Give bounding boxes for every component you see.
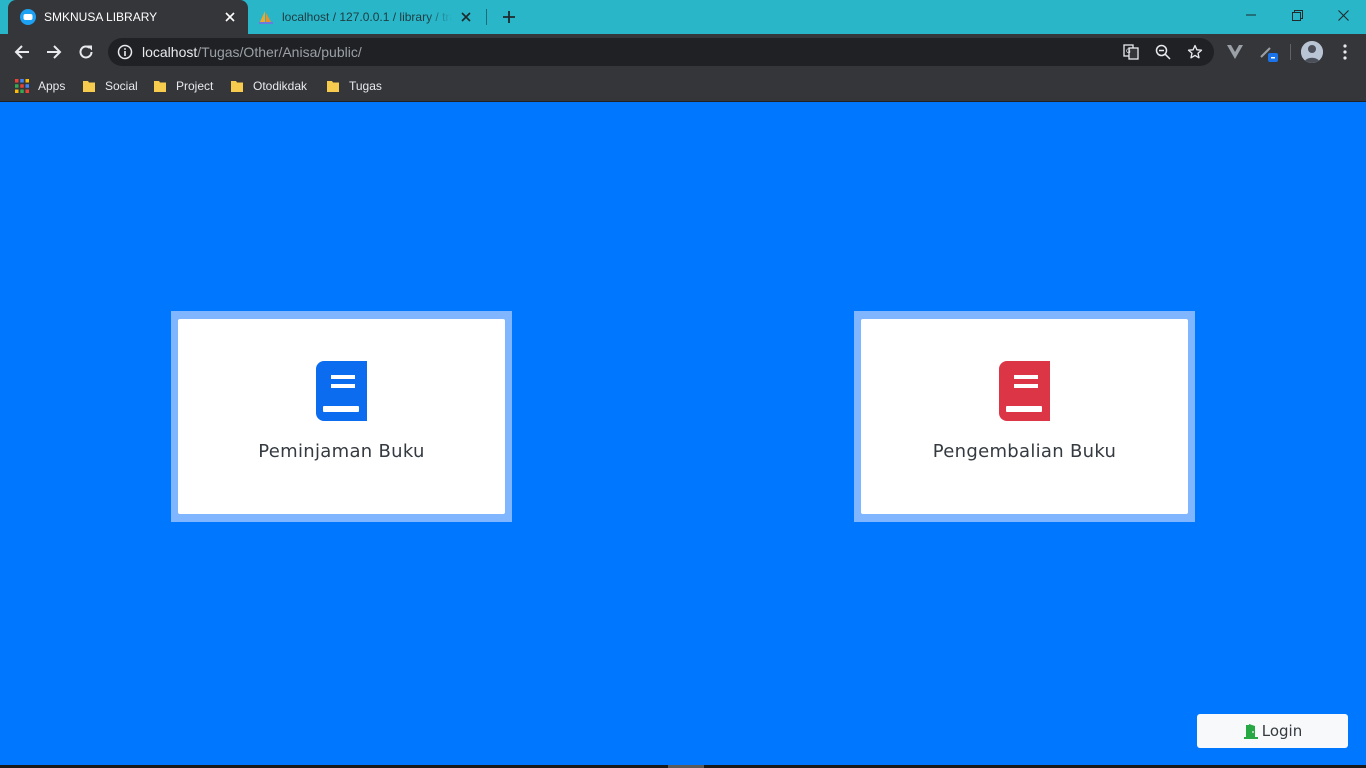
- bookmark-label: Tugas: [349, 79, 382, 93]
- book-icon: [999, 361, 1050, 421]
- forward-button[interactable]: [40, 38, 68, 66]
- vue-logo-icon: [1227, 45, 1243, 59]
- bookmarks-bar: Apps Social Project Otodikdak Tugas: [0, 70, 1366, 102]
- login-button[interactable]: Login: [1197, 714, 1348, 748]
- tab-divider: [486, 9, 487, 25]
- url-host: localhost: [142, 44, 198, 60]
- close-tab-icon[interactable]: [458, 9, 474, 25]
- eyedropper-icon: [1260, 47, 1278, 62]
- user-avatar-icon: [1301, 41, 1323, 63]
- bookmark-star-button[interactable]: [1186, 43, 1204, 61]
- bookmark-social[interactable]: Social: [82, 76, 138, 96]
- door-open-icon: [1243, 724, 1258, 739]
- pengembalian-buku-card[interactable]: Pengembalian Buku: [854, 311, 1195, 522]
- chat-bubble-icon: [20, 9, 36, 25]
- close-icon: [1337, 9, 1349, 21]
- profile-avatar[interactable]: [1301, 41, 1323, 63]
- close-window-button[interactable]: [1320, 0, 1366, 30]
- phpmyadmin-sail-icon: [259, 11, 273, 24]
- card-body: Pengembalian Buku: [861, 319, 1188, 514]
- browser-toolbar: localhost/Tugas/Other/Anisa/public/ G: [0, 34, 1366, 70]
- card-body: Peminjaman Buku: [178, 319, 505, 514]
- bookmark-label: Otodikdak: [253, 79, 308, 93]
- tab-smknusa-library[interactable]: SMKNUSA LIBRARY: [8, 0, 248, 34]
- library-home-page: Peminjaman Buku Pengembalian Buku Login: [0, 103, 1366, 768]
- browser-menu-button[interactable]: [1335, 42, 1355, 62]
- bookmark-apps[interactable]: Apps: [15, 76, 65, 96]
- arrow-right-icon: [47, 45, 62, 59]
- tab-strip: SMKNUSA LIBRARY localhost / 127.0.0.1 / …: [0, 0, 1366, 34]
- plus-icon: [503, 11, 515, 23]
- reload-button[interactable]: [72, 38, 100, 66]
- folder-icon: [83, 81, 95, 92]
- vue-devtools-extension[interactable]: [1225, 42, 1245, 62]
- folder-icon: [231, 81, 243, 92]
- apps-grid-icon: [15, 79, 29, 93]
- bookmark-label: Social: [105, 79, 138, 93]
- url-text[interactable]: localhost/Tugas/Other/Anisa/public/: [142, 44, 362, 60]
- card-label: Pengembalian Buku: [932, 441, 1117, 462]
- more-vert-icon: [1343, 44, 1347, 60]
- translate-button[interactable]: G: [1122, 43, 1140, 61]
- bookmark-label: Apps: [38, 79, 66, 93]
- restore-icon: [1291, 9, 1303, 21]
- login-label: Login: [1261, 722, 1303, 740]
- url-path: /Tugas/Other/Anisa/public/: [197, 44, 362, 60]
- toolbar-divider: [1290, 44, 1291, 60]
- tab-title: localhost / 127.0.0.1 / library / tra: [282, 10, 452, 24]
- folder-icon: [327, 81, 339, 92]
- folder-icon: [154, 81, 166, 92]
- back-button[interactable]: [8, 38, 36, 66]
- bookmark-tugas[interactable]: Tugas: [326, 76, 382, 96]
- card-label: Peminjaman Buku: [258, 441, 425, 462]
- star-icon: [1187, 44, 1203, 59]
- new-tab-button[interactable]: [498, 6, 520, 28]
- zoom-button[interactable]: [1154, 43, 1172, 61]
- bookmark-project[interactable]: Project: [153, 76, 213, 96]
- close-tab-icon[interactable]: [222, 9, 238, 25]
- info-icon[interactable]: [117, 44, 133, 60]
- minimize-icon: [1246, 14, 1256, 16]
- minimize-button[interactable]: [1228, 0, 1274, 30]
- reload-icon: [79, 45, 93, 59]
- color-picker-extension[interactable]: [1258, 42, 1278, 62]
- svg-text:G: G: [1126, 48, 1131, 55]
- tab-phpmyadmin[interactable]: localhost / 127.0.0.1 / library / tra: [250, 0, 484, 34]
- book-icon: [316, 361, 367, 421]
- arrow-left-icon: [14, 45, 29, 59]
- translate-icon: G: [1123, 44, 1139, 60]
- bookmark-label: Project: [176, 79, 214, 93]
- bookmark-otodikdak[interactable]: Otodikdak: [230, 76, 307, 96]
- tab-title: SMKNUSA LIBRARY: [44, 10, 158, 24]
- zoom-out-icon: [1155, 44, 1171, 60]
- address-bar[interactable]: localhost/Tugas/Other/Anisa/public/ G: [108, 38, 1214, 66]
- peminjaman-buku-card[interactable]: Peminjaman Buku: [171, 311, 512, 522]
- restore-button[interactable]: [1274, 0, 1320, 30]
